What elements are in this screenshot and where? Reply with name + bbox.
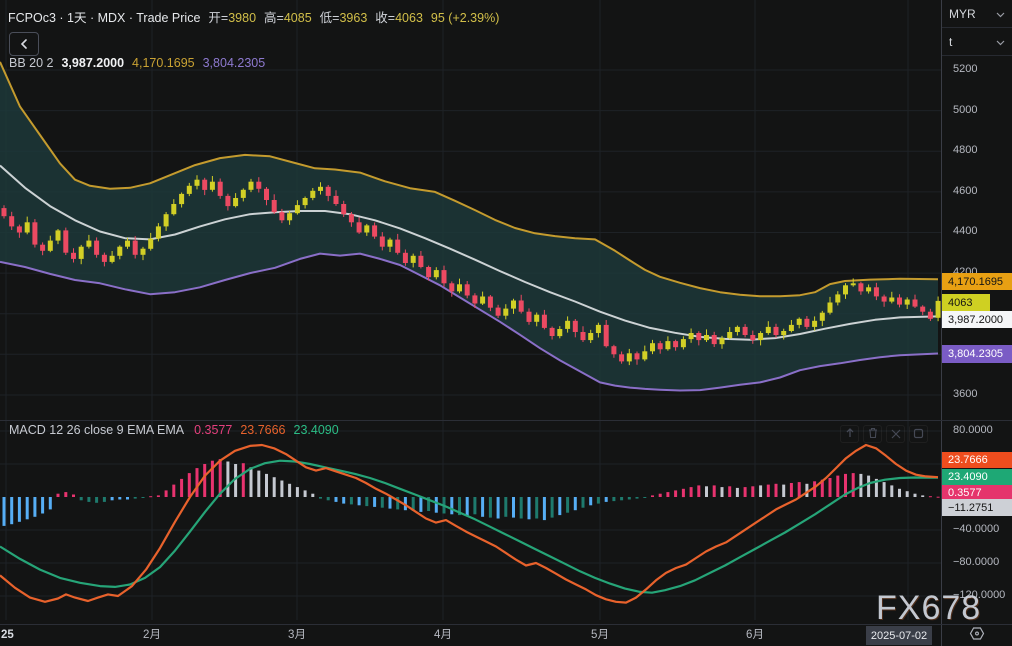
last-date-badge: 2025-07-02 [866,626,932,645]
chevron-down-icon [996,35,1005,49]
price-tick-label: 4800 [953,144,977,156]
macd-hist-value: 0.3577 [194,423,232,437]
price-badge: 4063 [942,294,990,311]
currency-dropdown[interactable]: MYR [942,0,1012,28]
macd-badge: −11.2751 [942,499,1012,516]
symbol-title[interactable]: FCPOc3 · 1天 · MDX · Trade Price [8,11,200,25]
watermark: FX678 [876,589,981,628]
ohlc-value: 4085 [284,11,312,25]
back-button[interactable] [9,32,39,56]
price-tick-label: 4400 [953,225,977,237]
chart-canvas[interactable] [0,0,941,646]
bb-upper-value: 4,170.1695 [132,56,195,70]
collapse-pane-button[interactable] [886,425,905,443]
unit-value: t [949,35,952,49]
maximize-icon [913,427,924,442]
macd-pane-buttons [840,425,928,443]
pane-divider[interactable] [0,420,1012,421]
unit-dropdown[interactable]: t [942,28,1012,56]
price-tick-label: 5000 [953,104,977,116]
price-tick-label: 4600 [953,185,977,197]
price-tick-label: 5200 [953,63,977,75]
price-badge: 3,987.2000 [942,311,1012,328]
price-badge: 3,804.2305 [942,345,1012,363]
currency-value: MYR [949,7,976,21]
arrow-up-icon [844,427,856,442]
macd-tick-label: 80.0000 [953,424,993,436]
macd-tick-label: −80.0000 [953,556,999,568]
macd-indicator-legend[interactable]: MACD 12 26 close 9 EMA EMA 0.3577 23.7666 2… [9,423,339,437]
ohlc-label: 高= [264,11,284,25]
chevron-left-icon [20,37,28,52]
ohlc-values: 开=3980 高=4085 低=3963 收=4063 [200,11,423,25]
macd-badge: 23.7666 [942,452,1012,468]
ohlc-value: 4063 [395,11,423,25]
time-axis-month-label: 4月 [434,625,452,646]
macd-badge: 23.4090 [942,469,1012,485]
macd-line-value: 23.7666 [240,423,285,437]
time-axis-month-label: 2月 [143,625,161,646]
price-tick-label: 3600 [953,388,977,400]
macd-title: MACD 12 26 close 9 EMA EMA [9,423,184,437]
price-badge: 4,170.1695 [942,273,1012,290]
axis-settings-corner[interactable] [942,625,1012,646]
time-axis-month-label: 5月 [591,625,609,646]
bb-basis-value: 3,987.2000 [61,56,124,70]
change-value: 95 (+2.39%) [431,11,499,25]
ohlc-label: 收= [375,11,395,25]
time-axis-divider [0,624,1012,625]
bb-indicator-legend[interactable]: BB 20 2 3,987.2000 4,170.1695 3,804.2305 [9,56,265,70]
chevron-down-icon [996,7,1005,21]
trading-chart-app: FCPOc3 · 1天 · MDX · Trade Price开=3980高=4… [0,0,1012,646]
time-axis-month-label: 3月 [288,625,306,646]
macd-badge: 0.3577 [942,485,1012,500]
trash-icon [867,427,879,442]
bb-title: BB 20 2 [9,56,53,70]
symbol-header: FCPOc3 · 1天 · MDX · Trade Price开=3980高=4… [8,7,499,26]
close-icon [891,427,901,442]
macd-tick-label: −40.0000 [953,523,999,535]
ohlc-label: 低= [320,11,340,25]
delete-pane-button[interactable] [863,425,882,443]
move-pane-up-button[interactable] [840,425,859,443]
maximize-pane-button[interactable] [909,425,928,443]
time-axis-year-label: 25 [1,625,14,646]
ohlc-label: 开= [208,11,228,25]
price-axis-column[interactable]: MYR t 520050004800460044004200360080.000… [941,0,1012,646]
ohlc-value: 3963 [339,11,367,25]
macd-signal-value: 23.4090 [294,423,339,437]
hexagon-target-icon [969,626,985,646]
time-axis-month-label: 6月 [746,625,764,646]
time-axis[interactable]: 25 2月 3月 4月 5月 6月 2025-07-02 [0,625,941,646]
ohlc-value: 3980 [228,11,256,25]
bb-lower-value: 3,804.2305 [203,56,266,70]
